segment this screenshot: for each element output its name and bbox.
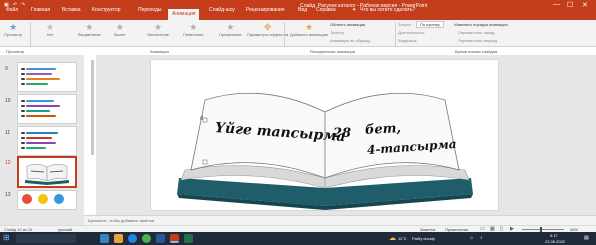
star-icon: ★ bbox=[46, 22, 55, 32]
tell-me-search[interactable]: Что вы хотите сделать? bbox=[360, 7, 415, 13]
group-label-timing: Время показа слайдов bbox=[455, 49, 498, 54]
book-thumbnail-icon bbox=[25, 164, 69, 185]
group-label-advanced: Расширенная анимация bbox=[310, 49, 355, 54]
slide-number: 10 bbox=[5, 98, 11, 104]
delay-label: Задержка: bbox=[398, 38, 418, 43]
tab-transitions[interactable]: Переходы bbox=[138, 7, 161, 13]
homework-page-word[interactable]: бет, bbox=[365, 121, 402, 138]
maximize-button[interactable]: ☐ bbox=[567, 1, 573, 9]
title-bar: ▣ ↶ ↷ Слайд. Рисунок каталог - Рабочая в… bbox=[0, 0, 596, 20]
tab-insert[interactable]: Вставка bbox=[62, 7, 81, 13]
thumbnail-scrollbar[interactable] bbox=[91, 60, 94, 155]
animation-fly-in[interactable]: ★ Увеличение bbox=[147, 22, 169, 37]
notes-pane[interactable]: Щелкните, чтобы добавить заметки bbox=[84, 215, 596, 225]
star-icon: ★ bbox=[189, 22, 198, 32]
slide-thumbnail-13[interactable] bbox=[17, 190, 77, 210]
tab-review[interactable]: Рецензирование bbox=[246, 7, 285, 13]
clock-date[interactable]: 22.05.2022 bbox=[545, 239, 565, 244]
effect-options-button[interactable]: ✥ Параметры эффектов bbox=[247, 22, 288, 37]
close-button[interactable]: ✕ bbox=[582, 1, 588, 9]
duration-label: Длительность: bbox=[398, 30, 426, 35]
star-icon: ★ bbox=[226, 22, 235, 32]
minimize-button[interactable]: — bbox=[553, 1, 560, 8]
clock-time[interactable]: 9:17 bbox=[550, 233, 558, 238]
word-icon[interactable] bbox=[156, 234, 165, 243]
slide-thumbnail-9[interactable] bbox=[17, 62, 77, 92]
weather-temp[interactable]: 11°C bbox=[398, 236, 407, 241]
slide-number: 13 bbox=[5, 192, 11, 198]
star-icon: ★ bbox=[153, 22, 163, 32]
taskbar-search-box[interactable] bbox=[16, 234, 76, 243]
slide-thumbnail-10[interactable] bbox=[17, 94, 77, 124]
tab-home[interactable]: Главная bbox=[31, 7, 50, 13]
notification-icon[interactable]: ▤ bbox=[584, 235, 589, 241]
animation-appear[interactable]: ★ Выцветание bbox=[78, 22, 101, 37]
windows-taskbar: ⊞ ☁ 11°C Partly cloudy ⌂ ♪ 9:17 22.05.20… bbox=[0, 232, 596, 245]
start-label: Запуск: bbox=[398, 22, 412, 27]
reorder-label: Изменить порядок анимации bbox=[454, 22, 508, 27]
zoom-slider[interactable] bbox=[522, 229, 564, 230]
effect-options-icon: ✥ bbox=[263, 22, 272, 32]
notes-placeholder: Щелкните, чтобы добавить заметки bbox=[88, 218, 155, 223]
current-slide[interactable]: d Үйге тапсырма 28 бет, 4-тапсырма bbox=[150, 59, 499, 211]
chrome-browser-icon[interactable] bbox=[142, 234, 151, 243]
slide-number: 12 bbox=[5, 160, 11, 166]
tab-design[interactable]: Конструктор bbox=[92, 7, 121, 13]
ribbon-separator bbox=[284, 22, 285, 46]
add-animation-button[interactable]: ★ Добавить анимацию bbox=[290, 22, 328, 37]
preview-button[interactable]: ★ Просмотр bbox=[4, 22, 22, 37]
group-label-preview: Просмотр bbox=[6, 49, 25, 54]
windows-start-icon[interactable]: ⊞ bbox=[3, 233, 10, 242]
powerpoint-icon[interactable] bbox=[170, 234, 179, 243]
text-box-marker: d bbox=[200, 116, 204, 122]
ribbon-separator bbox=[395, 22, 396, 46]
excel-icon[interactable] bbox=[184, 234, 193, 243]
homework-page-number[interactable]: 28 bbox=[333, 126, 351, 141]
star-icon: ★ bbox=[115, 22, 124, 32]
start-select[interactable]: По щелчку bbox=[416, 21, 444, 28]
animation-painter-button[interactable]: Анимация по образцу bbox=[330, 38, 370, 43]
volume-icon[interactable]: ♪ bbox=[480, 235, 483, 241]
group-label-animation: Анимация bbox=[150, 49, 169, 54]
weather-icon[interactable]: ☁ bbox=[389, 234, 396, 242]
animation-split[interactable]: ★ Проявление bbox=[219, 22, 242, 37]
animation-fade[interactable]: ★ Вылет bbox=[114, 22, 126, 37]
ribbon-separator bbox=[30, 22, 31, 46]
move-later-button[interactable]: Переместить вперед bbox=[458, 38, 497, 43]
animation-float-in[interactable]: ★ Появление bbox=[183, 22, 204, 37]
animation-pane-button[interactable]: Область анимации bbox=[330, 22, 365, 27]
weather-desc[interactable]: Partly cloudy bbox=[412, 236, 435, 241]
animation-none[interactable]: ★ Нет bbox=[46, 22, 54, 37]
lightbulb-icon: ✦ bbox=[352, 7, 357, 13]
tab-file[interactable]: Файл bbox=[6, 7, 18, 13]
slide-thumbnail-11[interactable] bbox=[17, 126, 77, 156]
task-view-icon[interactable] bbox=[100, 234, 109, 243]
tab-help[interactable]: Справка bbox=[316, 7, 336, 13]
file-explorer-icon[interactable] bbox=[114, 234, 123, 243]
star-icon: ★ bbox=[85, 22, 94, 32]
slide-thumbnail-12[interactable] bbox=[17, 156, 77, 188]
tab-animations[interactable]: Анимация bbox=[168, 9, 200, 20]
status-bar: Слайд 12 из 15 русский Заметки Примечани… bbox=[0, 225, 596, 232]
tab-view[interactable]: Вид bbox=[298, 7, 307, 13]
slide-number: 11 bbox=[5, 130, 11, 136]
tab-slideshow[interactable]: Слайд-шоу bbox=[209, 7, 235, 13]
trigger-button[interactable]: Триггер bbox=[330, 30, 344, 35]
slide-number: 9 bbox=[5, 66, 8, 72]
move-earlier-button[interactable]: Переместить назад bbox=[458, 30, 494, 35]
network-icon[interactable]: ⌂ bbox=[470, 235, 473, 241]
add-animation-icon: ★ bbox=[304, 22, 314, 32]
edge-browser-icon[interactable] bbox=[128, 234, 137, 243]
preview-icon: ★ bbox=[9, 22, 18, 32]
redo-icon[interactable]: ↷ bbox=[21, 2, 25, 8]
